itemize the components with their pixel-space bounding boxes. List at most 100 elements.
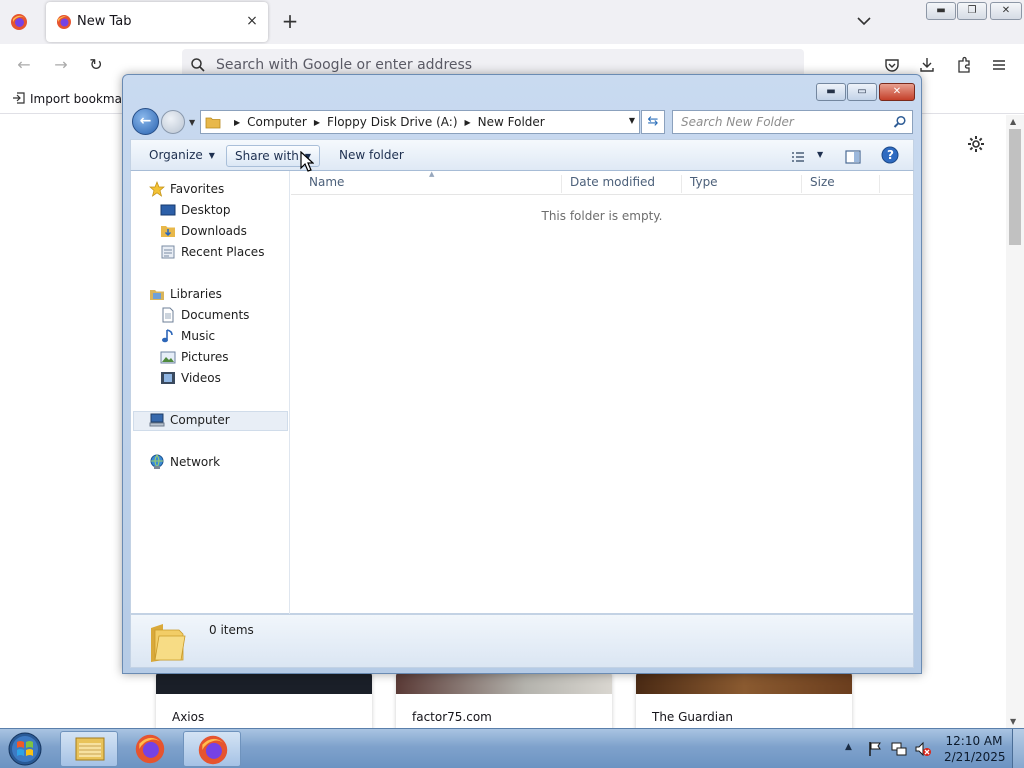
tile-label: The Guardian [652,710,734,724]
pocket-icon[interactable] [883,56,901,74]
explorer-minimize-button[interactable]: ▬ [816,83,846,101]
window-minimize-button[interactable]: ▬ [926,2,956,20]
organize-button[interactable]: Organize ▼ [143,145,221,167]
tile-label: Axios [172,710,205,724]
hamburger-menu-icon[interactable] [990,56,1008,74]
extensions-icon[interactable] [955,56,973,74]
nav-label: Recent Places [181,245,265,259]
breadcrumb-floppy-drive[interactable]: Floppy Disk Drive (A:) [327,115,458,129]
nav-item-computer[interactable]: Computer [149,410,279,431]
nav-item-videos[interactable]: Videos [160,368,280,389]
mouse-cursor-icon [300,151,314,172]
libraries-icon [150,290,164,300]
action-center-flag-icon[interactable] [866,740,884,758]
firefox-icon[interactable] [10,13,28,31]
nav-item-network[interactable]: Network [149,452,279,473]
explorer-close-button[interactable]: ✕ [879,83,915,101]
help-label: ? [887,148,894,162]
tab-title: New Tab [77,14,132,29]
taskbar: ▲ 12:10 AM 2/21/2025 [0,728,1024,768]
nav-label: Favorites [170,182,225,196]
nav-item-music[interactable]: Music [160,326,280,347]
nav-label: Videos [181,371,221,385]
taskbar-explorer-button[interactable] [60,731,118,767]
window-close-button[interactable]: ✕ [990,2,1022,20]
show-hidden-icons-button[interactable]: ▲ [845,742,852,752]
network-tray-icon[interactable] [890,740,908,758]
nav-label: Network [170,455,221,469]
explorer-forward-button[interactable] [161,110,185,134]
file-list[interactable]: ▲ Name Date modified Type Size This fold… [291,170,913,614]
address-dropdown-arrow[interactable]: ▼ [629,116,635,125]
back-button[interactable]: ← [13,54,35,76]
folder-icon [151,624,186,662]
nav-label: Desktop [181,203,231,217]
nav-item-downloads[interactable]: Downloads [160,221,280,242]
breadcrumb-separator[interactable]: ▶ [314,118,320,127]
scrollbar-thumb[interactable] [1009,129,1021,245]
share-with-label: Share with [235,149,299,163]
page-scrollbar[interactable]: ▲ ▼ [1006,115,1024,728]
shortcut-tile-factor75[interactable]: factor75.com [396,672,612,732]
volume-muted-icon[interactable] [914,740,932,758]
help-button[interactable]: ? [879,145,901,167]
explorer-back-button[interactable]: ← [132,108,159,135]
refresh-button[interactable]: ⇆ [641,110,665,134]
taskbar-firefox-button[interactable] [183,731,241,767]
music-icon [162,329,173,343]
window-restore-button[interactable]: ❐ [957,2,987,20]
column-header-size[interactable]: Size [810,175,880,193]
command-bar: Organize ▼ Share with ▼ New folder ▼ ? [130,139,914,171]
forward-button[interactable]: → [50,54,72,76]
clock-date: 2/21/2025 [944,750,1006,764]
breadcrumb-new-folder[interactable]: New Folder [478,115,545,129]
address-bar[interactable]: ▶ Computer ▶ Floppy Disk Drive (A:) ▶ New Fol… [200,110,640,134]
search-icon[interactable] [893,115,907,129]
shortcut-tile-axios[interactable]: Axios [156,672,372,732]
recent-places-icon [161,245,175,259]
nav-item-favorites[interactable]: Favorites [149,179,279,200]
download-icon[interactable] [918,56,936,74]
star-icon [149,181,165,197]
nav-item-desktop[interactable]: Desktop [160,200,280,221]
tile-thumbnail [636,672,852,694]
new-tab-button[interactable]: + [280,10,300,32]
nav-item-recent-places[interactable]: Recent Places [160,242,280,263]
computer-icon [149,413,165,427]
show-desktop-button[interactable] [1012,729,1024,768]
windows-start-icon[interactable] [5,731,45,767]
chevron-down-icon[interactable] [855,12,873,30]
reload-button[interactable]: ↻ [85,54,107,76]
breadcrumb-computer[interactable]: Computer [247,115,307,129]
change-view-button[interactable]: ▼ [787,145,829,167]
desktop-icon [160,204,176,216]
close-tab-icon[interactable]: × [242,11,262,31]
preview-pane-button[interactable] [842,145,864,167]
dropdown-arrow: ▼ [208,151,215,160]
explorer-window: ▬ ▭ ✕ ← ▼ ▶ Computer ▶ Floppy Disk Drive (A… [122,74,922,674]
column-header-type[interactable]: Type [690,175,802,193]
column-header-row: ▲ Name Date modified Type Size [291,170,913,195]
breadcrumb-separator[interactable]: ▶ [465,118,471,127]
scroll-down-arrow[interactable]: ▼ [1010,717,1016,726]
navigation-pane: Favorites Desktop Downloads Recent Place… [131,171,290,614]
nav-item-documents[interactable]: Documents [160,305,280,326]
recent-pages-dropdown[interactable]: ▼ [189,118,195,127]
column-header-name[interactable]: Name [309,175,562,193]
explorer-title-bar[interactable]: ▬ ▭ ✕ [123,75,921,105]
taskbar-firefox-button[interactable] [121,731,179,767]
breadcrumb-separator[interactable]: ▶ [234,118,240,127]
network-icon [150,454,164,469]
shortcut-tile-guardian[interactable]: The Guardian [636,672,852,732]
taskbar-clock[interactable]: 12:10 AM 2/21/2025 [944,733,1006,765]
column-header-date-modified[interactable]: Date modified [570,175,682,193]
new-folder-button[interactable]: New folder [333,145,410,167]
tab-new-tab[interactable]: New Tab × [46,2,268,42]
gear-icon[interactable] [966,134,986,154]
nav-label: Libraries [170,287,222,301]
scroll-up-arrow[interactable]: ▲ [1010,117,1016,126]
nav-item-libraries[interactable]: Libraries [149,284,279,305]
nav-item-pictures[interactable]: Pictures [160,347,280,368]
explorer-maximize-button[interactable]: ▭ [847,83,877,101]
search-box[interactable]: Search New Folder [672,110,913,134]
